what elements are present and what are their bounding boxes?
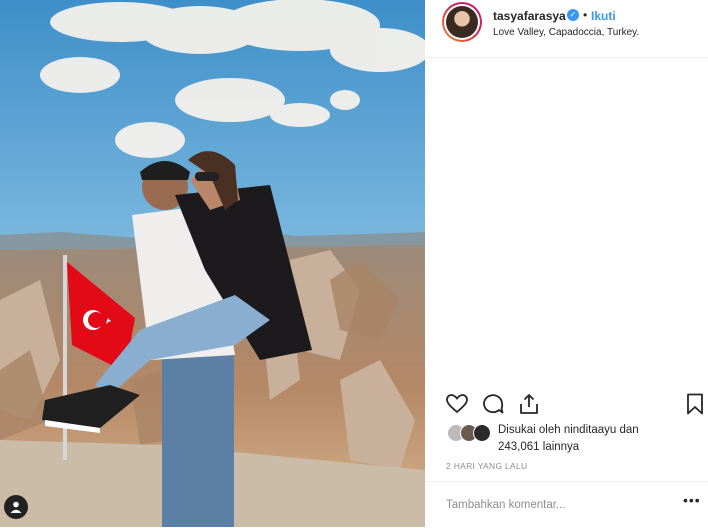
likes-count[interactable]: 243,061 lainnya — [498, 439, 639, 456]
location-link[interactable]: Love Valley, Capadoccia, Turkey. — [493, 27, 639, 38]
verified-badge-icon: ✓ — [567, 9, 579, 21]
heart-icon[interactable] — [445, 392, 469, 416]
comment-bar: ••• — [425, 481, 708, 528]
user-tag-icon — [10, 501, 22, 513]
post-timestamp[interactable]: 2 HARI YANG LALU — [446, 461, 528, 471]
likes-summary: Disukai oleh ninditaayu dan 243,061 lain… — [445, 422, 705, 456]
more-options-icon[interactable]: ••• — [683, 492, 701, 508]
separator-dot: • — [583, 8, 588, 22]
post-sidebar: tasyafarasya ✓ • Ikuti Love Valley, Capa… — [425, 0, 708, 527]
bookmark-icon[interactable] — [683, 392, 707, 416]
comment-bubble-icon[interactable] — [481, 392, 505, 416]
avatar[interactable] — [442, 2, 482, 42]
avatar-image — [446, 6, 478, 38]
couple-photo-illustration — [0, 0, 425, 527]
comment-input[interactable] — [446, 496, 666, 514]
share-icon[interactable] — [517, 392, 541, 416]
post-photo[interactable] — [0, 0, 425, 527]
user-tag-button[interactable] — [4, 495, 28, 519]
username-link[interactable]: tasyafarasya — [493, 9, 566, 23]
likes-line-1[interactable]: Disukai oleh ninditaayu dan — [498, 422, 639, 439]
liker-avatar[interactable] — [473, 424, 491, 442]
follow-button[interactable]: Ikuti — [591, 9, 616, 23]
post-header: tasyafarasya ✓ • Ikuti Love Valley, Capa… — [425, 0, 708, 58]
action-bar — [425, 388, 708, 418]
